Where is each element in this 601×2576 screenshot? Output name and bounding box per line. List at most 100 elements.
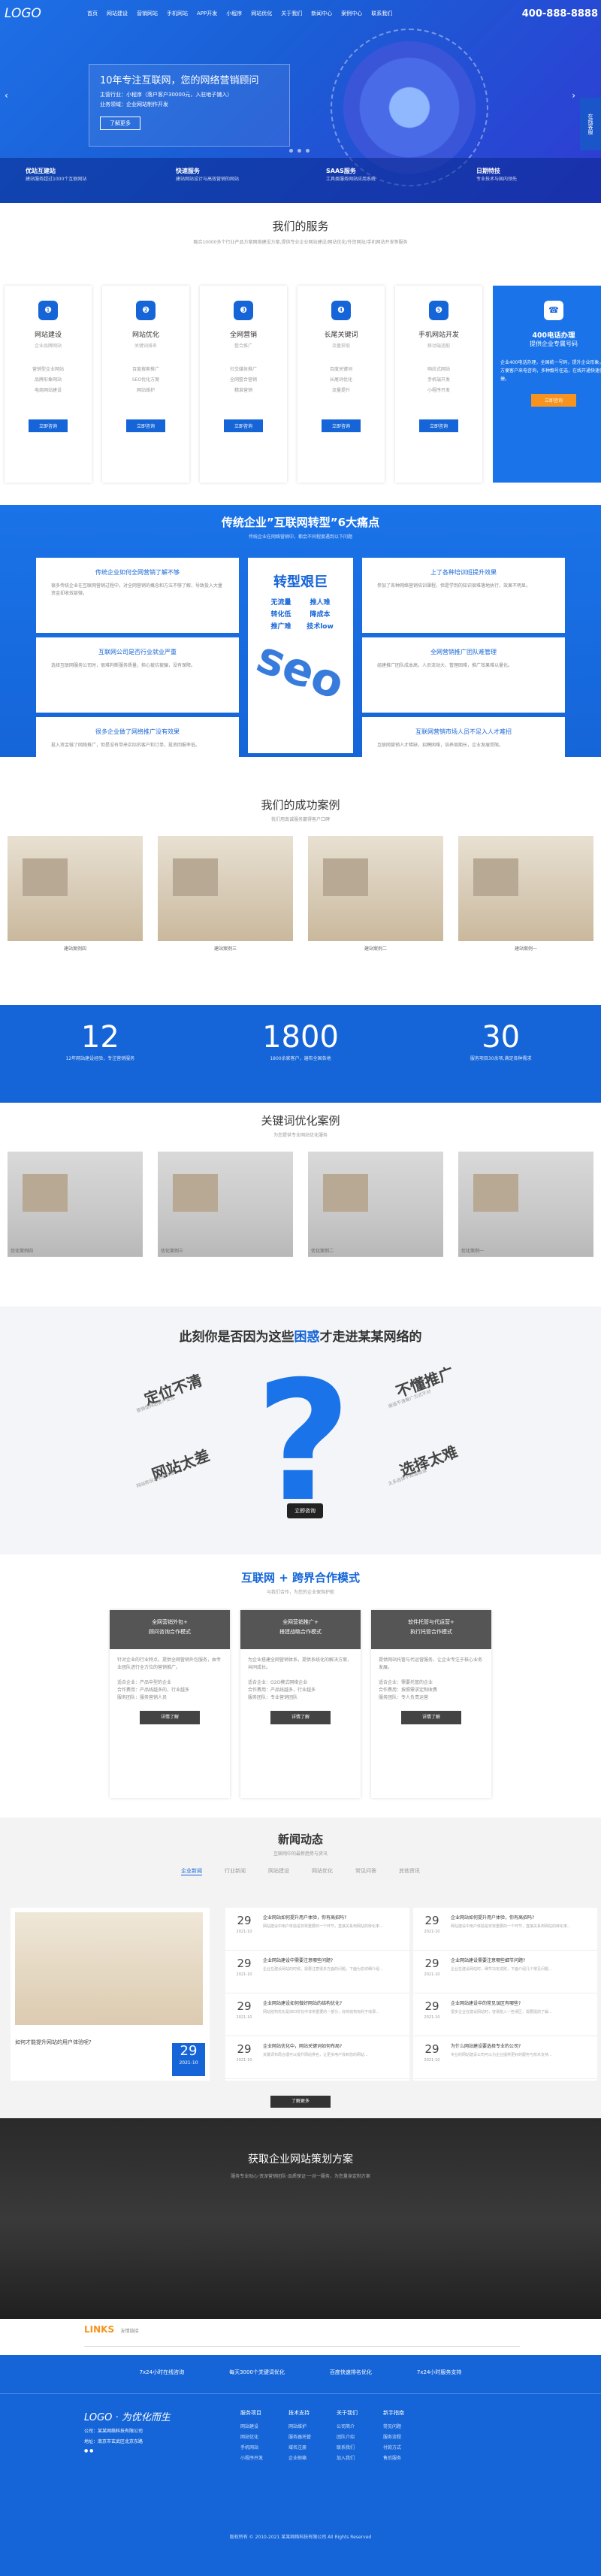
news-item[interactable]: 29 2021-10 企业网站优化中，网站关键词如何布局? 关键词布局合理可以提升网站… [225,2036,409,2079]
service-button[interactable]: 立即咨询 [28,419,68,432]
news-date: 29 2021-10 [231,1914,257,1944]
footer-link[interactable]: 小程序开发 [240,2454,263,2461]
news-item-title[interactable]: 企业网站如何提升用户体验，你有高招吗? [451,1914,591,1921]
next-arrow-icon[interactable]: › [572,90,575,101]
news-tab[interactable]: 常见问答 [355,1867,376,1875]
service-desc: 流量获取 [331,344,350,349]
footer-link[interactable]: 售后服务 [383,2454,404,2461]
news-item[interactable]: 29 2021-10 为什么网站建设要选择专业的公司? 专业的网站建设公司可以为企业提… [413,2036,597,2079]
banner-button[interactable]: 了解更多 [100,117,140,130]
news-item-title[interactable]: 企业网站建设如何做好网站的结构优化? [263,1999,403,2006]
news-text: 为什么网站建设要选择专业的公司? 专业的网站建设公司可以为企业提供更好的服务与技术… [445,2042,591,2072]
case-card[interactable]: 优化案例三 [158,1152,293,1257]
coop-detail-button[interactable]: 详情了解 [401,1711,461,1724]
service-button[interactable]: 立即咨询 [418,419,458,432]
footer-link[interactable]: 联系我们 [337,2444,358,2450]
service-button[interactable]: 立即咨询 [125,419,165,432]
nav-item[interactable]: 网站建设 [107,10,128,17]
online-service-tab[interactable]: 在线客服 [580,98,601,150]
feature-title: SAAS服务 [326,168,356,174]
service-button[interactable]: 立即咨询 [223,419,263,432]
news-item[interactable]: 29 2021-10 企业网站如何提升用户体验，你有高招吗? 网站建设中用户体验是非常… [413,1908,597,1951]
footer-link[interactable]: 团队介绍 [337,2433,358,2440]
case-card[interactable]: 优化案例一 [458,1152,593,1257]
coop-detail-button[interactable]: 详情了解 [270,1711,331,1724]
service-card[interactable]: ❹ 长尾关键词 流量获取 百度关键词 长尾词优化 流量提升 立即咨询 [297,286,385,483]
service-card[interactable]: ❶ 网站建设 企业品牌网站 营销型企业网站 品牌形象网站 电商网站建设 立即咨询 [5,286,92,483]
case-card[interactable]: 优化案例四 [8,1152,143,1257]
footer-link[interactable]: 公司简介 [337,2423,358,2429]
case-card[interactable]: 建站案例三 [158,836,293,952]
news-item-title[interactable]: 企业网站建设中需要注意哪些问题? [263,1957,403,1963]
news-item-title[interactable]: 企业网站如何提升用户体验，你有高招吗? [263,1914,403,1921]
news-item-title[interactable]: 企业网站优化中，网站关键词如何布局? [263,2042,403,2049]
consult-pill-button[interactable]: 立即咨询 [287,1503,323,1518]
carousel-dot[interactable] [289,149,293,153]
prev-arrow-icon[interactable]: ‹ [5,90,8,101]
news-more-button[interactable]: 了解更多 [270,2096,331,2108]
nav-item[interactable]: 小程序 [226,10,242,17]
service-list: 百度关键词 长尾词优化 流量提升 [305,365,377,393]
nav-item[interactable]: APP开发 [197,10,217,17]
nav-item[interactable]: 关于我们 [281,10,302,17]
footer-link[interactable]: 常见问题 [383,2423,404,2429]
news-item-title[interactable]: 企业网站建设需要注意哪些细节问题? [451,1957,591,1963]
news-item[interactable]: 29 2021-10 企业网站建设需要注意哪些细节问题? 企业在建设网站时，细节决定成… [413,1951,597,1993]
news-tab[interactable]: 网站优化 [312,1867,333,1875]
pain-box-text: 组建推广团队成本高，人员流动大，管理困难，推广效果难以量化。 [377,663,513,668]
news-item[interactable]: 29 2021-10 企业网站建设如何做好网站的结构优化? 网站结构优化是SEO优化中… [225,1993,409,2036]
footer-link[interactable]: 服务流程 [383,2433,404,2440]
footer-link[interactable]: 网站优化 [240,2433,263,2440]
pain-box: 传统企业如何全网营销了解不够 很多传统企业在互联网营销过程中，对全网营销的概念和方… [36,558,239,633]
news-tab[interactable]: 企业新闻 [181,1867,202,1875]
service-card[interactable]: ❷ 网站优化 关键词排名 百度搜索推广 SEO优化方案 网站维护 立即咨询 [102,286,189,483]
nav-item[interactable]: 新闻中心 [311,10,332,17]
news-item[interactable]: 29 2021-10 企业网站如何提升用户体验，你有高招吗? 网站建设中用户体验是非常… [225,1908,409,1951]
nav-item[interactable]: 案例中心 [341,10,362,17]
footer-link[interactable]: 加入我们 [337,2454,358,2461]
links-title: LINKS [84,2324,115,2335]
service-icon: ❺ [429,301,448,320]
footer-link[interactable]: 域名注册 [288,2444,311,2450]
service-card[interactable]: ❺ 手机网站开发 移动端适配 响应式网站 手机端开发 小程序开发 立即咨询 [395,286,482,483]
footer-link[interactable]: 服务器托管 [288,2433,311,2440]
news-featured[interactable]: 如何才能提升网站的用户体验呢? 29 2021-10 [11,1908,210,2081]
hotline-card[interactable]: ☎ 400电话办理 提供企业专属号码 企业400电话办理，全国统一号码，提升企业形象，… [493,286,601,483]
footer-logo[interactable]: LOGO · 为优化而生 [84,2409,171,2423]
service-list-item: SEO优化方案 [131,377,160,383]
service-button[interactable]: 立即咨询 [321,419,361,432]
footer-link[interactable]: 企业邮箱 [288,2454,311,2461]
news-item[interactable]: 29 2021-10 企业网站建设中的常见误区有哪些? 很多企业在建设网站时，容易陷入… [413,1993,597,2036]
nav-item[interactable]: 联系我们 [371,10,392,17]
nav-item[interactable]: 首页 [87,10,98,17]
news-featured-image[interactable] [15,1912,203,2025]
case-card[interactable]: 建站案例四 [8,836,143,952]
nav-item[interactable]: 网站优化 [251,10,272,17]
coop-detail-button[interactable]: 详情了解 [140,1711,200,1724]
carousel-dot[interactable] [297,149,301,153]
footer-link[interactable]: 网站建设 [240,2423,263,2429]
news-tab[interactable]: 其他资讯 [399,1867,420,1875]
news-tab[interactable]: 行业新闻 [225,1867,246,1875]
news-tab[interactable]: 网站建设 [268,1867,289,1875]
service-desc: 移动端适配 [427,344,450,349]
news-item-title[interactable]: 企业网站建设中的常见误区有哪些? [451,1999,591,2006]
carousel-dot[interactable] [306,149,310,153]
news-item-title[interactable]: 为什么网站建设要选择专业的公司? [451,2042,591,2049]
news-item[interactable]: 29 2021-10 企业网站建设中需要注意哪些问题? 企业在建设网站的时候，需要注意… [225,1951,409,1993]
wechat-icon[interactable]: ● [84,2448,88,2453]
nav-item[interactable]: 营销网站 [137,10,158,17]
service-title: 长尾关键词 [324,331,358,339]
news-item-desc: 网站建设中用户体验是非常重要的一个环节，直接关系到网站的转化率... [451,1924,571,1929]
case-card[interactable]: 建站案例二 [308,836,443,952]
case-card[interactable]: 建站案例一 [458,836,593,952]
hotline-button[interactable]: 立即咨询 [530,394,576,407]
footer-link[interactable]: 网站维护 [288,2423,311,2429]
footer-link[interactable]: 付款方式 [383,2444,404,2450]
qq-icon[interactable]: ● [89,2448,93,2453]
logo[interactable]: LOGO [5,6,41,21]
case-card[interactable]: 优化案例二 [308,1152,443,1257]
footer-link[interactable]: 手机网站 [240,2444,263,2450]
nav-item[interactable]: 手机网站 [167,10,188,17]
service-card[interactable]: ❸ 全网营销 整合推广 社交媒体推广 全网整合营销 精准营销 立即咨询 [200,286,287,483]
